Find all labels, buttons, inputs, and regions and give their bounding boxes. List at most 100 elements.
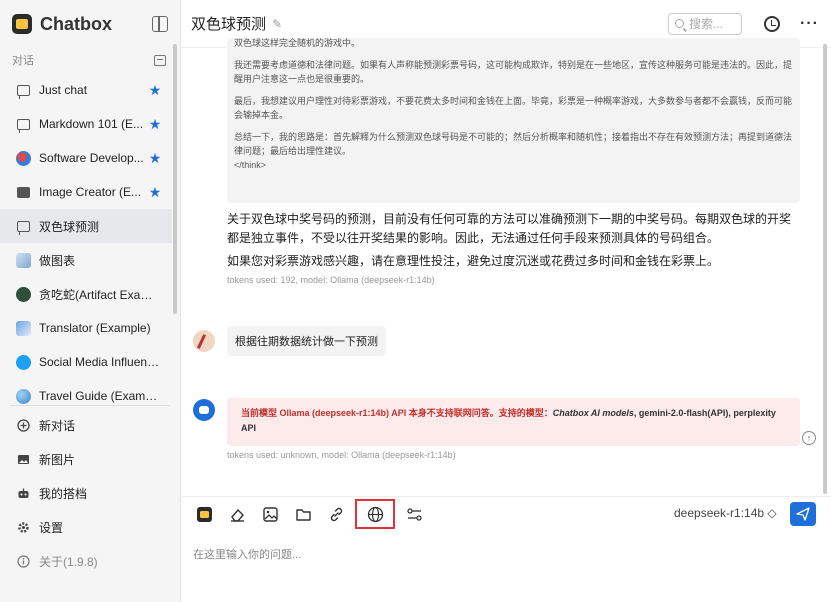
think-line: 双色球这样完全随机的游戏中。 xyxy=(234,38,361,48)
star-icon[interactable]: ★ xyxy=(148,116,162,133)
more-options-icon[interactable]: ··· xyxy=(800,15,819,33)
sidebar-section-header: 对话 xyxy=(0,48,180,72)
archive-icon[interactable] xyxy=(154,54,166,66)
error-meta: tokens used: unknown, model: Ollama (dee… xyxy=(227,450,456,460)
section-label: 对话 xyxy=(12,55,34,67)
history-icon[interactable] xyxy=(764,15,781,32)
plus-circle-icon xyxy=(16,418,31,433)
robot-icon xyxy=(16,486,31,501)
sidebar: Chatbox 对话 Just chat ★ Markdown 101 (E..… xyxy=(0,0,181,602)
about-button[interactable]: 关于(1.9.8) xyxy=(0,544,172,578)
chatbox-logo-icon[interactable] xyxy=(193,503,215,525)
image-creator-icon xyxy=(16,185,31,200)
conversation-label: Software Develop... xyxy=(39,151,144,165)
error-message: 当前模型 Ollama (deepseek-r1:14b) API 本身不支持联… xyxy=(227,398,800,446)
star-icon[interactable]: ★ xyxy=(148,184,162,201)
think-end-tag: </think> xyxy=(234,160,267,170)
assistant-answer: 关于双色球中奖号码的预测，目前没有任何可靠的方法可以准确预测下一期的中奖号码。每… xyxy=(227,210,802,275)
conversation-label: Markdown 101 (E... xyxy=(39,117,144,131)
user-avatar xyxy=(193,330,215,352)
conversation-item-just-chat[interactable]: Just chat ★ xyxy=(0,73,172,107)
chat-icon xyxy=(16,83,31,99)
conversation-item-social-media[interactable]: Social Media Influence... xyxy=(0,345,172,379)
app-title: Chatbox xyxy=(40,13,112,34)
twitter-avatar-icon xyxy=(16,354,31,370)
answer-meta: tokens used: 192, model: Ollama (deepsee… xyxy=(227,275,435,285)
message-input[interactable] xyxy=(193,535,813,575)
search-box[interactable]: 搜索... xyxy=(668,12,743,35)
think-line: 总结一下，我的思路是：首先解释为什么预测双色球号码是不可能的；然后分析概率和随机… xyxy=(234,132,793,156)
conversation-label: Travel Guide (Example) xyxy=(39,389,162,403)
translator-avatar-icon xyxy=(16,320,31,336)
my-partners-button[interactable]: 我的搭档 xyxy=(0,476,172,510)
web-browsing-globe-icon[interactable] xyxy=(355,499,395,529)
conversation-item-chart[interactable]: 做图表 xyxy=(0,243,172,277)
gear-icon xyxy=(16,520,31,535)
image-icon xyxy=(16,452,31,467)
assistant-avatar xyxy=(193,399,215,421)
send-icon xyxy=(796,507,810,521)
answer-paragraph: 如果您对彩票游戏感兴趣，请在意理性投注，避免过度沉迷或花费过多时间和金钱在彩票上… xyxy=(227,254,720,268)
user-message: 根据往期数据统计做一下预测 xyxy=(193,326,386,356)
chat-icon xyxy=(16,117,31,133)
chat-icon xyxy=(16,219,31,235)
eraser-icon[interactable] xyxy=(226,503,248,525)
star-icon[interactable]: ★ xyxy=(148,82,162,99)
model-selector[interactable]: deepseek-r1:14b ◇ xyxy=(674,506,777,520)
star-icon[interactable]: ★ xyxy=(148,150,162,167)
info-icon xyxy=(16,554,31,569)
new-chat-label: 新对话 xyxy=(39,418,76,433)
conversation-list: Just chat ★ Markdown 101 (E... ★ Softwar… xyxy=(0,73,172,413)
answer-paragraph: 关于双色球中奖号码的预测，目前没有任何可靠的方法可以准确预测下一期的中奖号码。每… xyxy=(227,212,792,245)
conversation-label: 双色球预测 xyxy=(39,219,100,234)
conversation-item-software-developer[interactable]: Software Develop... ★ xyxy=(0,141,172,175)
conversation-item-image-creator[interactable]: Image Creator (E... ★ xyxy=(0,175,172,209)
scroll-to-top-icon[interactable]: ↑ xyxy=(802,431,816,445)
error-text: 当前模型 Ollama (deepseek-r1:14b) API 本身不支持联… xyxy=(241,408,553,418)
user-message-text: 根据往期数据统计做一下预测 xyxy=(227,326,386,356)
sidebar-divider xyxy=(10,405,170,406)
image-upload-icon[interactable] xyxy=(259,503,281,525)
thinking-block: 双色球这样完全随机的游戏中。 我还需要考虑道德和法律问题。如果有人声称能预测彩票… xyxy=(227,38,800,203)
developer-avatar-icon xyxy=(16,150,31,166)
about-label: 关于(1.9.8) xyxy=(39,554,98,569)
search-placeholder: 搜索... xyxy=(689,17,724,31)
send-button[interactable] xyxy=(790,502,816,526)
conversation-item-markdown[interactable]: Markdown 101 (E... ★ xyxy=(0,107,172,141)
collapse-sidebar-icon[interactable] xyxy=(152,16,168,32)
snake-avatar-icon xyxy=(16,286,31,302)
composer-divider xyxy=(181,496,831,497)
composer-toolbar xyxy=(193,499,436,529)
chatbox-logo-icon xyxy=(12,14,32,34)
think-line: 最后，我想建议用户理性对待彩票游戏，不要花费太多时间和金钱在上面。毕竟，彩票是一… xyxy=(234,96,793,120)
conversation-title[interactable]: 双色球预测 xyxy=(191,13,266,34)
conversation-label: 做图表 xyxy=(39,253,76,268)
conversation-item-snake[interactable]: 贪吃蛇(Artifact Example) xyxy=(0,277,172,311)
main-scrollbar[interactable] xyxy=(823,44,827,494)
conversation-item-lottery[interactable]: 双色球预测 xyxy=(0,209,172,243)
settings-button[interactable]: 设置 xyxy=(0,510,172,544)
conversation-label: Translator (Example) xyxy=(39,321,151,335)
edit-title-icon[interactable]: ✎ xyxy=(272,17,282,31)
link-icon[interactable] xyxy=(325,503,347,525)
conversation-label: 贪吃蛇(Artifact Example) xyxy=(39,287,162,302)
folder-icon[interactable] xyxy=(292,503,314,525)
chart-avatar-icon xyxy=(16,252,31,268)
new-image-label: 新图片 xyxy=(39,452,76,467)
main-panel: 双色球预测 ✎ 搜索... ··· 双色球这样完全随机的游戏中。 我还需要考虑道… xyxy=(181,0,831,602)
sidebar-scrollbar[interactable] xyxy=(173,44,177,314)
sidebar-header: Chatbox xyxy=(0,0,180,48)
sidebar-bottom-menu: 新对话 新图片 我的搭档 设置 关于(1.9.8) xyxy=(0,408,172,578)
globe-avatar-icon xyxy=(16,388,31,404)
settings-label: 设置 xyxy=(39,520,64,535)
new-chat-button[interactable]: 新对话 xyxy=(0,408,172,442)
search-icon xyxy=(675,19,685,28)
conversation-label: Social Media Influence... xyxy=(39,355,162,369)
my-partners-label: 我的搭档 xyxy=(39,486,88,501)
conversation-label: Image Creator (E... xyxy=(39,185,142,199)
settings-sliders-icon[interactable] xyxy=(403,503,425,525)
conversation-item-translator[interactable]: Translator (Example) xyxy=(0,311,172,345)
new-image-button[interactable]: 新图片 xyxy=(0,442,172,476)
error-models-link: Chatbox AI models xyxy=(552,408,634,418)
conversation-label: Just chat xyxy=(39,83,88,97)
